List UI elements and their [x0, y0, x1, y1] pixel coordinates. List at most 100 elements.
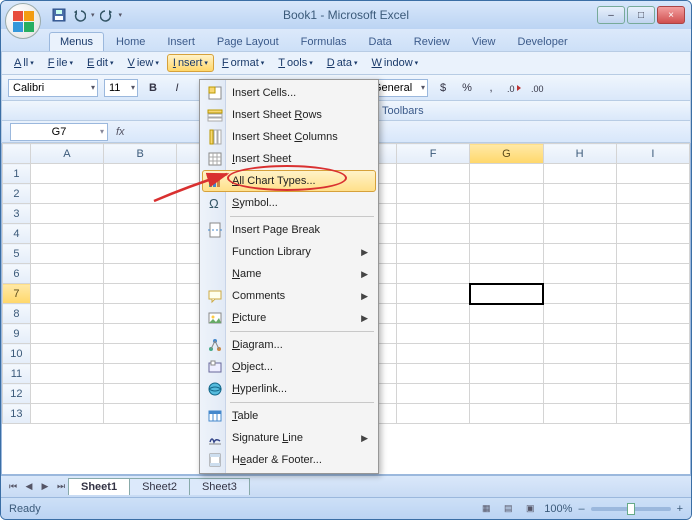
- ribbon-tab-developer[interactable]: Developer: [508, 33, 578, 51]
- menu-item-picture[interactable]: Picture▶: [202, 307, 376, 329]
- cell-I11[interactable]: [616, 364, 689, 384]
- cell-F10[interactable]: [397, 344, 470, 364]
- cell-G2[interactable]: [470, 184, 543, 204]
- cell-G3[interactable]: [470, 204, 543, 224]
- cell-I1[interactable]: [616, 164, 689, 184]
- cell-A1[interactable]: [30, 164, 103, 184]
- maximize-button[interactable]: □: [627, 6, 655, 24]
- row-header-6[interactable]: 6: [3, 264, 31, 284]
- cell-I7[interactable]: [616, 284, 689, 304]
- cell-A9[interactable]: [30, 324, 103, 344]
- menu-file[interactable]: File ▾: [42, 54, 79, 72]
- cell-G5[interactable]: [470, 244, 543, 264]
- menu-item-insert-page-break[interactable]: Insert Page Break: [202, 219, 376, 241]
- menu-item-insert-sheet[interactable]: Insert Sheet: [202, 148, 376, 170]
- row-header-1[interactable]: 1: [3, 164, 31, 184]
- cell-F9[interactable]: [397, 324, 470, 344]
- sheet-nav-prev[interactable]: ◀: [21, 479, 37, 495]
- cell-B12[interactable]: [104, 384, 177, 404]
- col-header-F[interactable]: F: [397, 144, 470, 164]
- menu-item-name[interactable]: Name▶: [202, 263, 376, 285]
- view-pagebreak-icon[interactable]: ▣: [522, 501, 538, 517]
- menu-item-comments[interactable]: Comments▶: [202, 285, 376, 307]
- ribbon-tab-page-layout[interactable]: Page Layout: [207, 33, 289, 51]
- sheet-tab-sheet2[interactable]: Sheet2: [129, 478, 190, 495]
- cell-B3[interactable]: [104, 204, 177, 224]
- cell-F13[interactable]: [397, 404, 470, 424]
- cell-A8[interactable]: [30, 304, 103, 324]
- cell-F1[interactable]: [397, 164, 470, 184]
- cell-H13[interactable]: [543, 404, 616, 424]
- redo-icon[interactable]: [99, 7, 115, 23]
- cell-I4[interactable]: [616, 224, 689, 244]
- ribbon-tab-data[interactable]: Data: [359, 33, 402, 51]
- italic-button[interactable]: I: [168, 79, 186, 97]
- menu-item-table[interactable]: Table: [202, 405, 376, 427]
- cell-B2[interactable]: [104, 184, 177, 204]
- menu-item-symbol[interactable]: ΩSymbol...: [202, 192, 376, 214]
- zoom-in-button[interactable]: +: [677, 503, 683, 515]
- row-header-10[interactable]: 10: [3, 344, 31, 364]
- cell-H12[interactable]: [543, 384, 616, 404]
- sheet-nav-first[interactable]: ⏮: [5, 479, 21, 495]
- cell-H7[interactable]: [543, 284, 616, 304]
- cell-A2[interactable]: [30, 184, 103, 204]
- cell-F7[interactable]: [397, 284, 470, 304]
- row-header-5[interactable]: 5: [3, 244, 31, 264]
- row-header-8[interactable]: 8: [3, 304, 31, 324]
- menu-edit[interactable]: Edit ▾: [81, 54, 119, 72]
- cell-H3[interactable]: [543, 204, 616, 224]
- row-header-13[interactable]: 13: [3, 404, 31, 424]
- currency-button[interactable]: $: [434, 79, 452, 97]
- menu-item-all-chart-types[interactable]: All Chart Types...: [202, 170, 376, 192]
- row-header-2[interactable]: 2: [3, 184, 31, 204]
- menu-item-function-library[interactable]: Function Library▶: [202, 241, 376, 263]
- cell-I10[interactable]: [616, 344, 689, 364]
- fx-label[interactable]: fx: [116, 126, 125, 138]
- cell-F6[interactable]: [397, 264, 470, 284]
- cell-F2[interactable]: [397, 184, 470, 204]
- cell-G4[interactable]: [470, 224, 543, 244]
- col-header-H[interactable]: H: [543, 144, 616, 164]
- cell-B7[interactable]: [104, 284, 177, 304]
- cell-G12[interactable]: [470, 384, 543, 404]
- cell-G13[interactable]: [470, 404, 543, 424]
- col-header-A[interactable]: A: [30, 144, 103, 164]
- cell-I13[interactable]: [616, 404, 689, 424]
- cell-A3[interactable]: [30, 204, 103, 224]
- cell-G6[interactable]: [470, 264, 543, 284]
- ribbon-tab-formulas[interactable]: Formulas: [291, 33, 357, 51]
- row-header-11[interactable]: 11: [3, 364, 31, 384]
- font-select[interactable]: Calibri: [8, 79, 98, 97]
- cell-F8[interactable]: [397, 304, 470, 324]
- percent-button[interactable]: %: [458, 79, 476, 97]
- bold-button[interactable]: B: [144, 79, 162, 97]
- cell-H6[interactable]: [543, 264, 616, 284]
- cell-B4[interactable]: [104, 224, 177, 244]
- cell-H9[interactable]: [543, 324, 616, 344]
- view-normal-icon[interactable]: ▦: [478, 501, 494, 517]
- cell-H2[interactable]: [543, 184, 616, 204]
- menu-item-diagram[interactable]: Diagram...: [202, 334, 376, 356]
- minimize-button[interactable]: –: [597, 6, 625, 24]
- cell-B13[interactable]: [104, 404, 177, 424]
- row-header-7[interactable]: 7: [3, 284, 31, 304]
- font-size-select[interactable]: 11: [104, 79, 138, 97]
- cell-I12[interactable]: [616, 384, 689, 404]
- cell-H5[interactable]: [543, 244, 616, 264]
- row-header-3[interactable]: 3: [3, 204, 31, 224]
- cell-I6[interactable]: [616, 264, 689, 284]
- cell-G1[interactable]: [470, 164, 543, 184]
- col-header-G[interactable]: G: [470, 144, 543, 164]
- close-button[interactable]: ×: [657, 6, 685, 24]
- cell-F12[interactable]: [397, 384, 470, 404]
- cell-I3[interactable]: [616, 204, 689, 224]
- comma-button[interactable]: ,: [482, 79, 500, 97]
- sheet-tab-sheet3[interactable]: Sheet3: [189, 478, 250, 495]
- cell-B9[interactable]: [104, 324, 177, 344]
- cell-A10[interactable]: [30, 344, 103, 364]
- name-box[interactable]: G7: [10, 123, 108, 141]
- cell-H8[interactable]: [543, 304, 616, 324]
- menu-item-signature-line[interactable]: Signature Line▶: [202, 427, 376, 449]
- cell-A5[interactable]: [30, 244, 103, 264]
